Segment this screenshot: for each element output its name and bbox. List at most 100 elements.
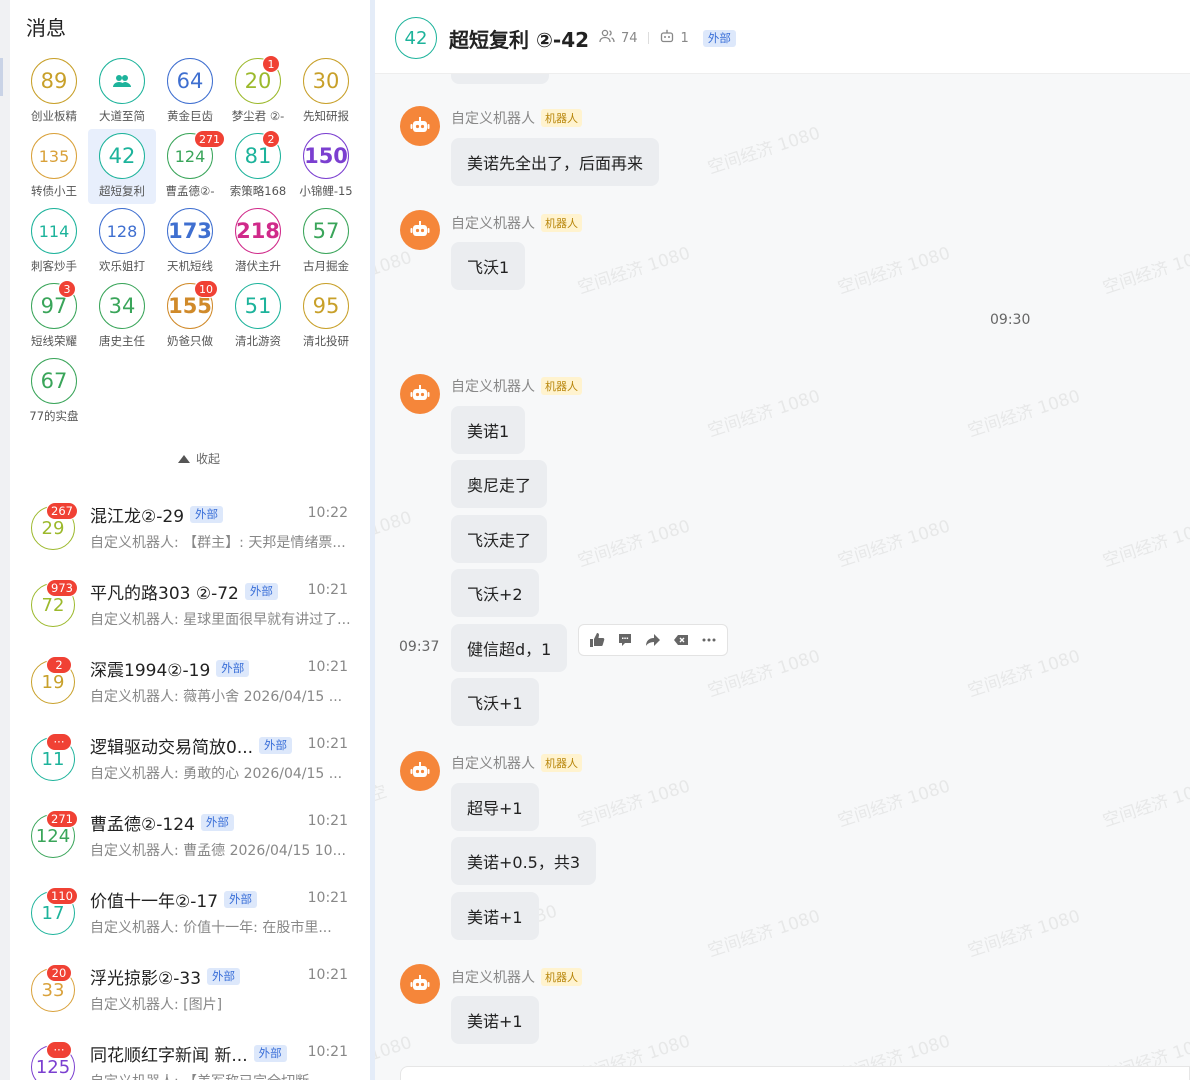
members-icon[interactable] (599, 29, 615, 47)
pinned-group[interactable]: 1 20 梦尘君 ②- (224, 54, 292, 129)
message-bubble[interactable]: 超导+1 (451, 783, 539, 831)
robot-avatar[interactable] (400, 964, 440, 1004)
robot-avatar[interactable] (400, 374, 440, 414)
pinned-group[interactable]: 67 77的实盘 (20, 354, 88, 429)
chat-title[interactable]: 超短复利 ②-42 (449, 24, 589, 53)
unread-badge: 271 (194, 130, 225, 148)
forward-icon[interactable] (642, 629, 664, 651)
chat-time: 10:22 (307, 505, 348, 521)
sender-name: 自定义机器人 (451, 756, 535, 772)
message-bubble[interactable]: 美诺1 (451, 406, 526, 454)
chat-list-item[interactable]: 29 267 混江龙②-29 外部 10:22 自定义机器人: 【群主】: 天邦是情绪票.… (10, 490, 370, 567)
nav-strip (0, 0, 10, 1080)
pinned-group[interactable]: 30 先知研报 (292, 54, 360, 129)
chat-name: 价值十一年②-17 外部 (90, 887, 258, 912)
group-label: 索策略168 (229, 184, 287, 198)
message-bubble[interactable]: 美诺先全出了，后面再来 (451, 138, 660, 186)
robot-avatar[interactable] (400, 751, 440, 791)
message-bubble[interactable]: 奥尼走了 (451, 460, 548, 508)
message-bubble[interactable]: 飞沃走了 (451, 515, 548, 563)
pinned-group[interactable]: 95 清北投研 (292, 279, 360, 354)
message-bubble[interactable]: 美诺+0.5，共3 (451, 837, 597, 885)
group-count: 124 (174, 146, 206, 166)
message-bubble[interactable]: 飞沃1 (451, 242, 526, 290)
bots-count[interactable]: 1 (681, 31, 689, 46)
pinned-group-selected[interactable]: 42 超短复利 (88, 129, 156, 204)
group-count: 150 (304, 144, 348, 168)
robot-tag: 机器人 (541, 968, 582, 986)
caret-up-icon (178, 454, 190, 463)
robot-avatar[interactable] (400, 210, 440, 250)
message-bubble[interactable]: 美诺+1 (451, 996, 539, 1044)
chat-list-item[interactable]: 19 2 深震1994②-19 外部 10:21 自定义机器人: 薇苒小舍 2026/04… (10, 644, 370, 721)
watermark-fragment: 空 (375, 781, 390, 807)
message-bubble[interactable]: 飞沃+1 (451, 678, 539, 726)
pinned-group[interactable]: 218 潜伏主升 (224, 204, 292, 279)
chat-list-item[interactable]: 125···同花顺红字新闻 新...外部10:21自定义机器人: 【美军称已完全… (10, 1029, 370, 1080)
message-bubble-hovered[interactable]: 健信超d，1 (451, 624, 568, 672)
chat-name: 混江龙②-29 外部 (90, 502, 224, 527)
group-avatar: 67 (31, 358, 77, 404)
sender-line: 自定义机器人 机器人 (451, 108, 582, 128)
watermark: 空间经济 1080 (965, 646, 1083, 702)
group-count: 51 (244, 294, 272, 318)
members-count[interactable]: 74 (621, 31, 638, 46)
group-label: 转债小王 (31, 184, 77, 198)
group-avatar: 42 (99, 133, 145, 179)
robot-tag: 机器人 (541, 754, 582, 772)
pinned-group[interactable]: 173 天机短线 (156, 204, 224, 279)
pinned-group[interactable]: 2 81 索策略168 (224, 129, 292, 204)
collapse-button[interactable]: 收起 (178, 450, 220, 467)
external-tag: 外部 (190, 506, 224, 523)
watermark: 空间经济 1080 (1100, 776, 1190, 832)
more-icon[interactable] (698, 629, 720, 651)
pinned-group[interactable]: 57 古月掘金 (292, 204, 360, 279)
comment-icon[interactable] (614, 629, 636, 651)
pinned-group[interactable]: 89 创业板精 (20, 54, 88, 129)
chat-name-text: 逻辑驱动交易简放0... (90, 738, 254, 758)
chat-time: 10:21 (307, 736, 348, 752)
external-tag: 外部 (200, 814, 234, 831)
group-count: 89 (40, 69, 68, 93)
pinned-group[interactable]: 34 唐史主任 (88, 279, 156, 354)
chat-time: 10:21 (307, 582, 348, 598)
pinned-group[interactable]: 大道至简 (88, 54, 156, 129)
sender-name: 自定义机器人 (451, 216, 535, 232)
pinned-group[interactable]: 3 97 短线荣耀 (20, 279, 88, 354)
pinned-group[interactable]: 51 清北游资 (224, 279, 292, 354)
watermark: 空间经济 1080 (705, 906, 823, 962)
group-label: 古月掘金 (303, 259, 349, 273)
chat-time: 10:21 (307, 813, 348, 829)
pinned-group[interactable]: 150 小锦鲤-15 (292, 129, 360, 204)
group-count: 57 (312, 219, 340, 243)
chat-avatar[interactable]: 42 (395, 17, 437, 59)
chat-list-item[interactable]: 124 271 曹孟德②-124 外部 10:21 自定义机器人: 曹孟德 2026/04… (10, 798, 370, 875)
group-count: 30 (312, 69, 340, 93)
chat-preview: 自定义机器人: 曹孟德 2026/04/15 10... (90, 843, 346, 859)
group-avatar: 135 (31, 133, 77, 179)
pinned-group[interactable]: 271 124 曹孟德②- (156, 129, 225, 204)
chat-list-item[interactable]: 72 973 平凡的路303 ②-72 外部 10:21 自定义机器人: 星球里面很早就有… (10, 567, 370, 644)
bot-icon[interactable] (659, 29, 675, 47)
group-count: 64 (176, 69, 204, 93)
message-bubble[interactable]: 美诺+1 (451, 892, 539, 940)
pinned-group[interactable]: 64 黄金巨齿 (156, 54, 224, 129)
robot-avatar[interactable] (400, 106, 440, 146)
message-input[interactable] (400, 1066, 1190, 1080)
quote-icon[interactable] (670, 629, 692, 651)
message-bubble[interactable]: 飞沃+2 (451, 569, 539, 617)
chat-list-item[interactable]: 17 110 价值十一年②-17 外部 10:21 自定义机器人: 价值十一年: 在股市里… (10, 875, 370, 952)
chat-list-item[interactable]: 11 ··· 逻辑驱动交易简放0... 外部 10:21 自定义机器人: 勇敢的心 202… (10, 721, 370, 798)
group-label: 天机短线 (167, 259, 213, 273)
pinned-group[interactable]: 128 欢乐姐打 (88, 204, 156, 279)
chat-time: 10:21 (307, 967, 348, 983)
thumbs-up-icon[interactable] (586, 629, 608, 651)
watermark: 空间经济 1080 (965, 906, 1083, 962)
group-label: 唐史主任 (99, 334, 145, 348)
sender-line: 自定义机器人 机器人 (451, 753, 582, 773)
pinned-group[interactable]: 10 155 奶爸只做 (156, 279, 224, 354)
pinned-group[interactable]: 114 刺客炒手 (20, 204, 88, 279)
chat-name-text: 平凡的路303 ②-72 (90, 584, 239, 604)
pinned-group[interactable]: 135 转债小王 (20, 129, 88, 204)
chat-list-item[interactable]: 33 20 浮光掠影②-33 外部 10:21 自定义机器人: [图片] (10, 952, 370, 1029)
